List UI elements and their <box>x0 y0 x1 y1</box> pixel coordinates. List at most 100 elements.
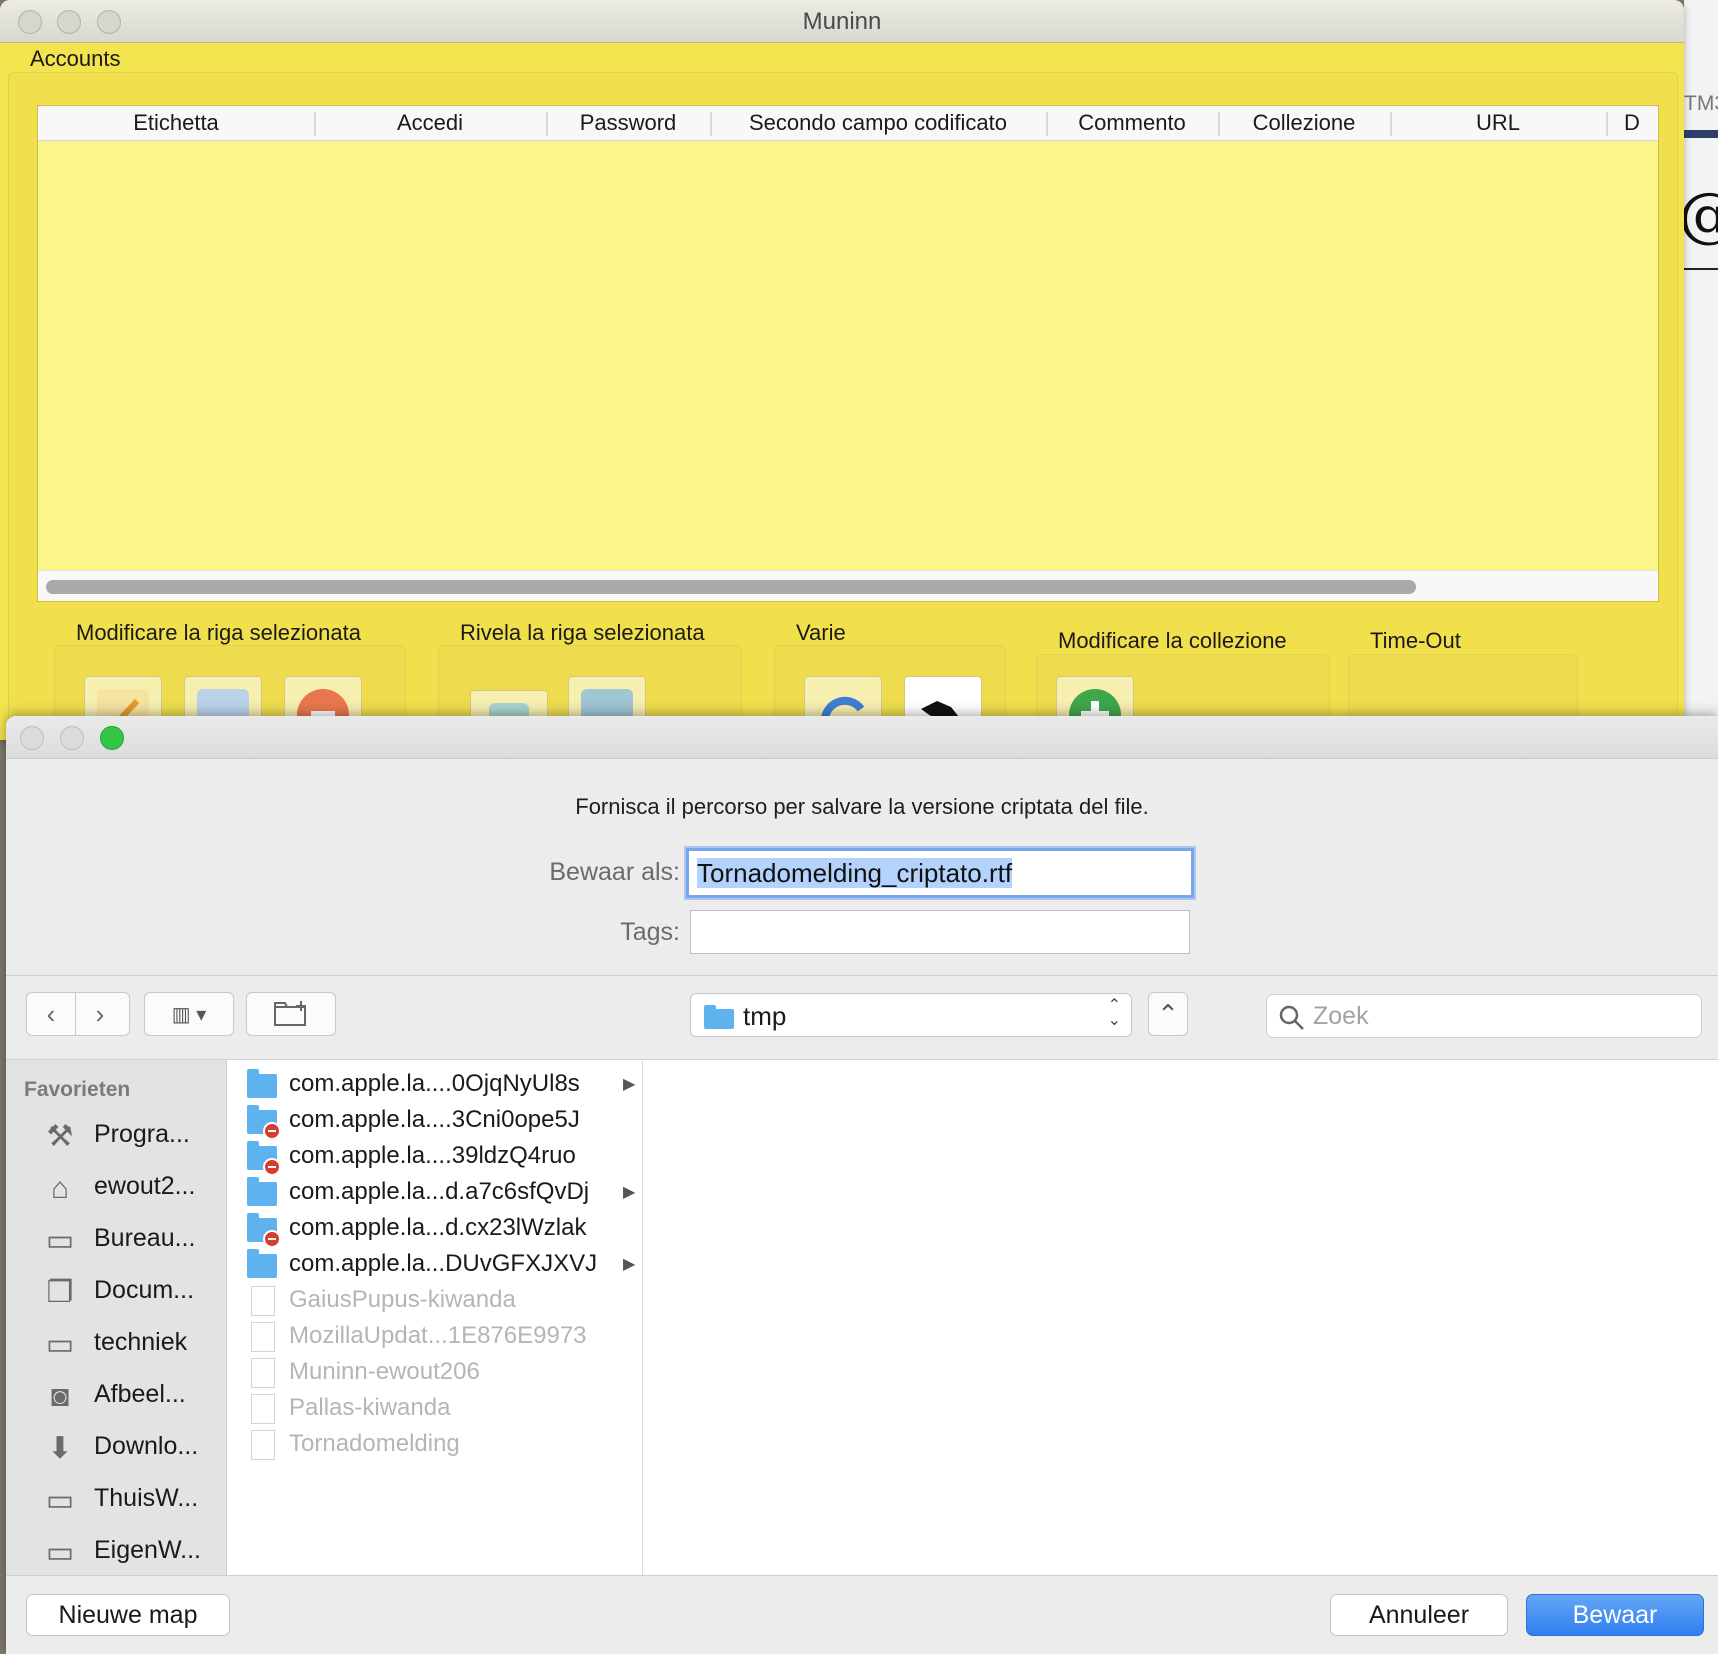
file-name: Tornadomelding <box>289 1430 460 1457</box>
sidebar-item-label: Progra... <box>94 1120 190 1148</box>
disclosure-arrow-icon: ▶ <box>623 1184 636 1201</box>
document-icon <box>251 1358 275 1388</box>
table-header: Etichetta Accedi Password Secondo campo … <box>38 106 1658 141</box>
file-row[interactable]: com.apple.la...d.a7c6sfQvDj ▶ <box>227 1174 642 1210</box>
disclosure-arrow-icon: ▶ <box>623 1256 636 1273</box>
folder-icon <box>247 1105 281 1140</box>
sidebar-item-label: Downlo... <box>94 1432 199 1460</box>
tags-input[interactable] <box>690 910 1190 954</box>
column-header-secondo-campo[interactable]: Secondo campo codificato <box>710 110 1046 136</box>
file-name: com.apple.la...DUvGFXJXVJ <box>289 1250 598 1277</box>
sidebar-item-label: Docum... <box>94 1276 195 1304</box>
sidebar-item-documents[interactable]: ❐ Docum... <box>40 1272 226 1312</box>
file-name: com.apple.la...d.a7c6sfQvDj <box>289 1178 590 1205</box>
favorites-sidebar: Favorieten ⚒ Progra... ⌂ ewout2... ▭ Bur… <box>6 1060 227 1575</box>
column-header-accedi[interactable]: Accedi <box>314 110 546 136</box>
column-header-d[interactable]: D <box>1606 110 1658 136</box>
sidebar-item-programs[interactable]: ⚒ Progra... <box>40 1116 226 1156</box>
forward-button[interactable]: › <box>75 993 124 1035</box>
dialog-minimize-button[interactable] <box>60 726 84 750</box>
file-browser-column: com.apple.la....0OjqNyUl8s ▶ com.apple.l… <box>227 1060 643 1575</box>
column-header-etichetta[interactable]: Etichetta <box>38 110 314 136</box>
sidebar-item-label: EigenW... <box>94 1536 201 1564</box>
file-name: com.apple.la....0OjqNyUl8s <box>289 1070 580 1097</box>
file-browser-empty-column[interactable] <box>643 1060 1718 1575</box>
file-row[interactable]: com.apple.la...d.cx23lWzlak <box>227 1210 642 1248</box>
sidebar-item-home[interactable]: ⌂ ewout2... <box>40 1168 226 1208</box>
folder-icon <box>247 1141 281 1176</box>
search-placeholder: Zoek <box>1313 1002 1369 1030</box>
location-popup[interactable]: tmp ⌃ ⌄ <box>690 993 1132 1037</box>
save-as-input[interactable]: Tornadomelding_criptato.rtf <box>686 848 1194 898</box>
dialog-divider-bottom <box>6 1575 1718 1576</box>
file-name: com.apple.la....39ldzQ4ruo <box>289 1142 576 1169</box>
columns-view-icon: ▥ ▾ <box>171 1003 207 1026</box>
dialog-zoom-button[interactable] <box>100 726 124 750</box>
file-row-disabled: Tornadomelding <box>227 1426 642 1462</box>
column-header-collezione[interactable]: Collezione <box>1218 110 1390 136</box>
file-row-disabled: Muninn-ewout206 <box>227 1354 642 1390</box>
sidebar-item-techniek[interactable]: ▭ techniek <box>40 1324 226 1364</box>
sidebar-item-thuisw[interactable]: ▭ ThuisW... <box>40 1480 226 1520</box>
save-as-value: Tornadomelding_criptato.rtf <box>697 858 1013 888</box>
group-label-modify-collection: Modificare la collezione <box>1058 628 1287 653</box>
document-icon <box>251 1322 275 1352</box>
desktop-icon: ▭ <box>45 1224 75 1257</box>
column-header-commento[interactable]: Commento <box>1046 110 1218 136</box>
folder-icon <box>247 1069 277 1098</box>
sidebar-item-label: ewout2... <box>94 1172 196 1200</box>
cancel-button[interactable]: Annuleer <box>1330 1594 1508 1636</box>
location-name: tmp <box>743 1001 787 1031</box>
menu-accounts[interactable]: Accounts <box>30 46 121 72</box>
file-row[interactable]: com.apple.la...DUvGFXJXVJ ▶ <box>227 1246 642 1282</box>
folder-icon: ▭ <box>45 1328 75 1361</box>
background-window-divider <box>1684 268 1718 270</box>
dialog-titlebar <box>6 716 1718 759</box>
file-name: com.apple.la....3Cni0ope5J <box>289 1106 580 1133</box>
file-row[interactable]: com.apple.la....3Cni0ope5J <box>227 1102 642 1140</box>
back-button[interactable]: ‹ <box>27 993 75 1035</box>
folder-icon <box>247 1177 277 1206</box>
file-row[interactable]: com.apple.la....0OjqNyUl8s ▶ <box>227 1066 642 1102</box>
dialog-close-button[interactable] <box>20 726 44 750</box>
document-icon <box>251 1286 275 1316</box>
scrollbar-thumb[interactable] <box>46 580 1416 594</box>
document-icon <box>251 1394 275 1424</box>
camera-icon: ◙ <box>50 1380 70 1413</box>
accounts-table[interactable]: Etichetta Accedi Password Secondo campo … <box>37 105 1659 602</box>
muninn-titlebar: Muninn <box>0 0 1684 43</box>
search-field[interactable]: Zoek <box>1266 994 1702 1038</box>
documents-icon: ❐ <box>46 1276 74 1309</box>
file-row-disabled: Pallas-kiwanda <box>227 1390 642 1426</box>
downloads-icon: ⬇ <box>47 1432 73 1465</box>
sidebar-item-pictures[interactable]: ◙ Afbeel... <box>40 1376 226 1416</box>
new-folder-toolbar-button[interactable] <box>246 992 336 1036</box>
column-header-url[interactable]: URL <box>1390 110 1606 136</box>
column-header-password[interactable]: Password <box>546 110 710 136</box>
back-forward-control: ‹ › <box>26 992 130 1036</box>
dialog-message: Fornisca il percorso per salvare la vers… <box>575 794 1149 819</box>
folder-icon <box>247 1249 277 1278</box>
save-button[interactable]: Bewaar <box>1526 1594 1704 1636</box>
rtf-document-icon <box>251 1430 275 1460</box>
file-row-disabled: GaiusPupus-kiwanda <box>227 1282 642 1318</box>
file-name: Pallas-kiwanda <box>289 1394 451 1421</box>
file-row-disabled: MozillaUpdat...1E876E9973 <box>227 1318 642 1354</box>
sidebar-item-desktop[interactable]: ▭ Bureau... <box>40 1220 226 1260</box>
background-window-bar <box>1684 130 1718 138</box>
horizontal-scrollbar[interactable] <box>38 570 1658 601</box>
file-name: MozillaUpdat...1E876E9973 <box>289 1322 587 1349</box>
new-folder-button[interactable]: Nieuwe map <box>26 1594 230 1636</box>
disclosure-arrow-icon: ▶ <box>623 1076 636 1093</box>
chevron-up-icon: ⌃ <box>1157 998 1179 1029</box>
sidebar-item-eigenw[interactable]: ▭ EigenW... <box>40 1532 226 1572</box>
sidebar-item-label: Afbeel... <box>94 1380 186 1408</box>
view-mode-button[interactable]: ▥ ▾ <box>144 992 234 1036</box>
group-label-modify-row: Modificare la riga selezionata <box>76 620 361 645</box>
sidebar-item-downloads[interactable]: ⬇ Downlo... <box>40 1428 226 1468</box>
folder-icon <box>704 1005 734 1029</box>
home-icon: ⌂ <box>50 1172 70 1205</box>
file-row[interactable]: com.apple.la....39ldzQ4ruo <box>227 1138 642 1176</box>
group-label-reveal-row: Rivela la riga selezionata <box>460 620 705 645</box>
expand-collapse-button[interactable]: ⌃ <box>1148 992 1188 1036</box>
